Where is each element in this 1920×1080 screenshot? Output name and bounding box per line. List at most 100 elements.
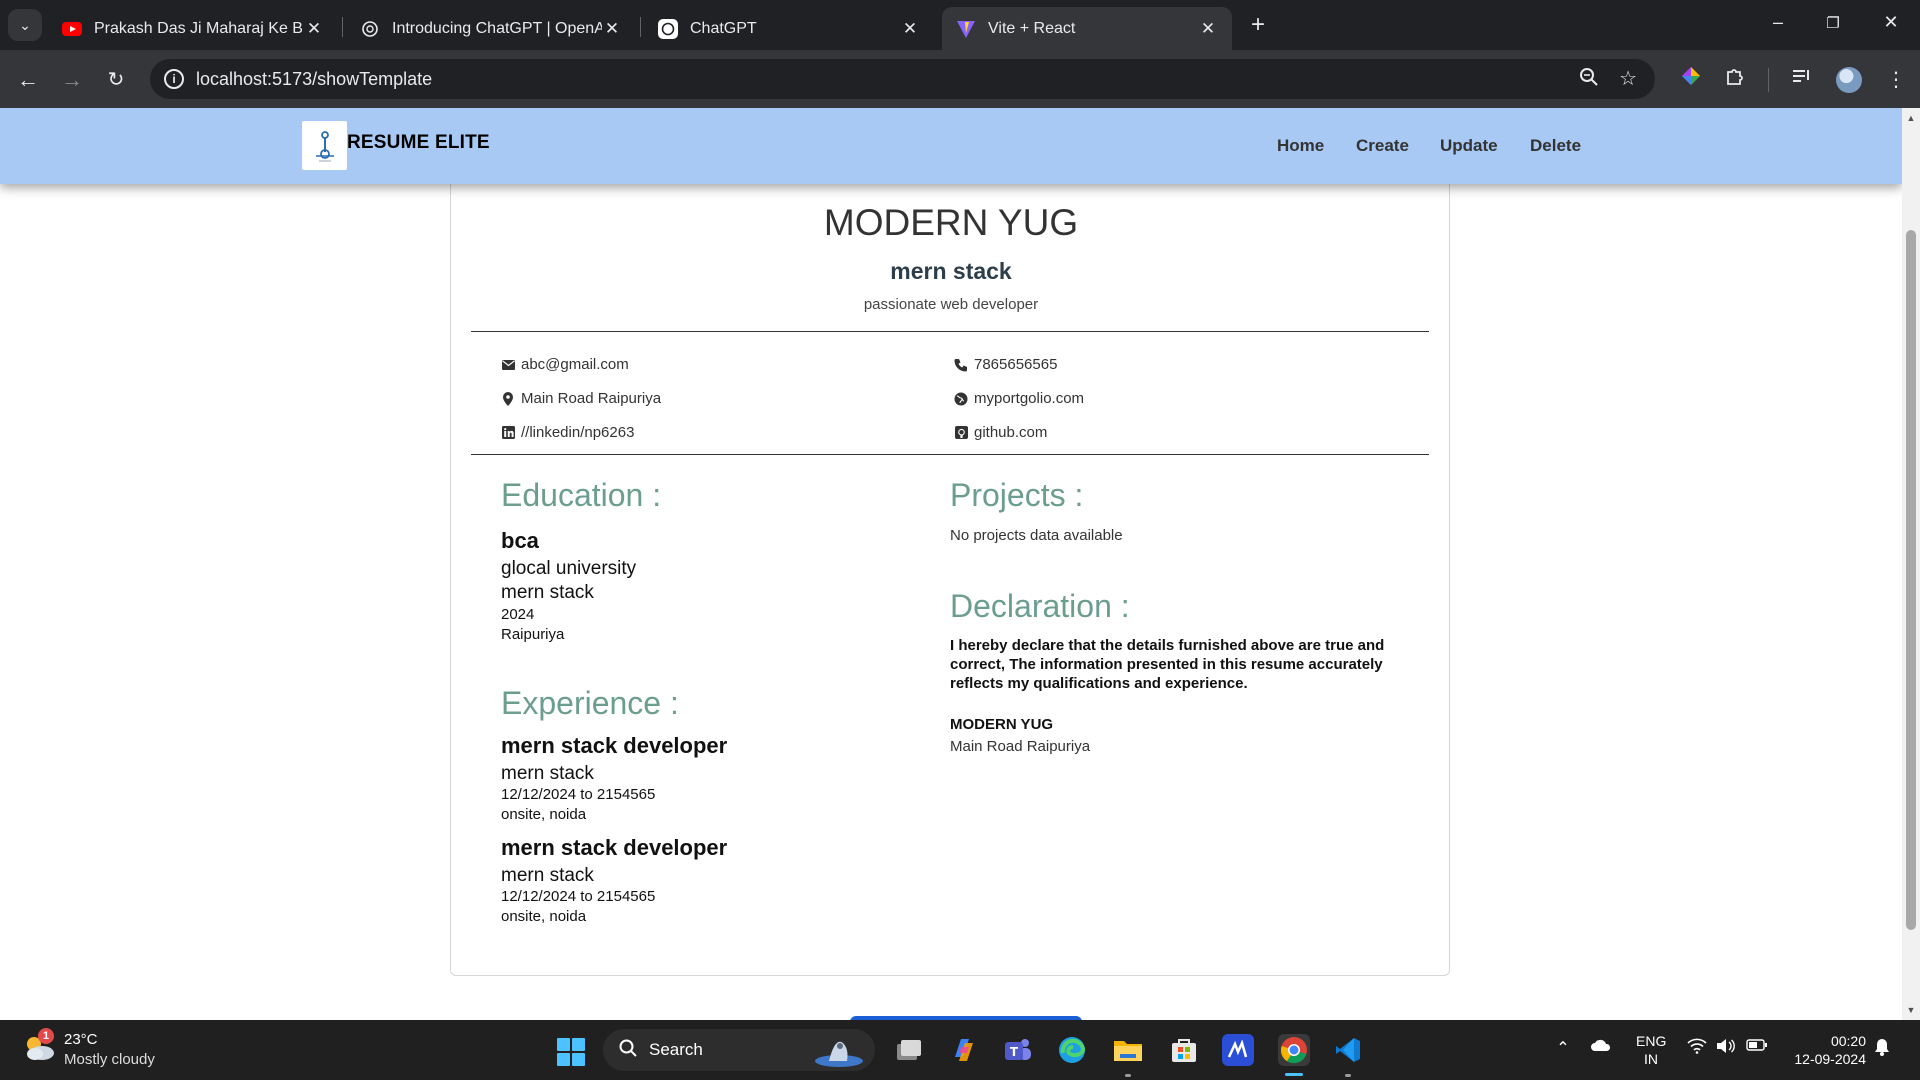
close-tab-icon[interactable]: ✕ [900, 19, 920, 39]
chevron-down-icon: ⌄ [19, 16, 31, 33]
chevron-up-icon: ⌃ [1556, 1040, 1570, 1057]
page-scrollbar[interactable]: ▲ ▼ [1902, 108, 1920, 1020]
experience-job-title: mern stack developer [501, 733, 728, 758]
zoom-icon[interactable] [1579, 67, 1599, 92]
tab-youtube[interactable]: Prakash Das Ji Maharaj Ke Bhajan ✕ [48, 7, 338, 50]
experience-job-title: mern stack developer [501, 835, 728, 860]
svg-text:T: T [1010, 1045, 1019, 1059]
projects-empty-text: No projects data available [950, 527, 1123, 544]
extensions-puzzle-icon[interactable] [1720, 66, 1750, 94]
mail-icon [501, 358, 515, 372]
close-tab-icon[interactable]: ✕ [602, 19, 622, 39]
new-tab-button[interactable]: + [1244, 11, 1272, 39]
windows-logo-icon [557, 1038, 570, 1051]
chrome-icon[interactable] [1278, 1034, 1310, 1066]
weather-temperature[interactable]: 23°C [64, 1031, 98, 1048]
header-divider [471, 331, 1429, 332]
tab-chatgpt[interactable]: ChatGPT ✕ [644, 7, 934, 50]
education-year: 2024 [501, 606, 535, 623]
scrollbar-thumb[interactable] [1906, 230, 1916, 930]
bookmark-star-icon[interactable]: ☆ [1619, 66, 1637, 91]
brand-name[interactable]: RESUME ELITE [347, 132, 490, 154]
windows-taskbar: 1 23°C Mostly cloudy Search T ⌃ ENG IN 0… [0, 1020, 1920, 1080]
tab-separator [342, 17, 343, 37]
browser-menu-button[interactable]: ⋮ [1882, 66, 1910, 94]
show-hidden-icons[interactable]: ⌃ [1550, 1038, 1576, 1058]
windows-start-button[interactable] [557, 1038, 585, 1066]
close-icon: ✕ [1883, 12, 1899, 32]
app-navbar: RESUME ELITE Home Create Update Delete [0, 108, 1902, 184]
clock-date: 12-09-2024 [1794, 1051, 1866, 1067]
reload-icon: ↻ [107, 69, 125, 91]
teams-icon[interactable]: T [1002, 1034, 1034, 1066]
contact-divider [471, 454, 1429, 455]
nav-home[interactable]: Home [1277, 136, 1324, 156]
weather-description[interactable]: Mostly cloudy [64, 1051, 155, 1068]
nav-update[interactable]: Update [1440, 136, 1498, 156]
battery-icon[interactable] [1744, 1038, 1770, 1056]
volume-icon[interactable] [1713, 1038, 1739, 1059]
clock-time: 00:20 [1830, 1033, 1866, 1049]
contact-github-text[interactable]: github.com [974, 424, 1047, 441]
nav-delete[interactable]: Delete [1530, 136, 1581, 156]
close-tab-icon[interactable]: ✕ [1198, 19, 1218, 39]
location-pin-icon [501, 391, 515, 406]
active-app-indicator [1285, 1073, 1303, 1076]
signature-address: Main Road Raipuriya [950, 738, 1091, 755]
notification-bell-icon[interactable] [1874, 1038, 1890, 1061]
system-clock[interactable]: 00:20 12-09-2024 [1782, 1032, 1866, 1068]
phone-icon [954, 358, 968, 372]
file-explorer-icon[interactable] [1112, 1034, 1144, 1066]
contact-linkedin-text[interactable]: //linkedin/np6263 [521, 424, 634, 441]
contact-portfolio-text[interactable]: myportgolio.com [974, 390, 1084, 407]
back-button[interactable]: ← [14, 66, 42, 94]
education-title: Education : [501, 477, 662, 513]
region-code: IN [1644, 1051, 1658, 1067]
restore-icon: ❐ [1826, 15, 1840, 32]
contact-github: github.com [954, 424, 1047, 441]
brand-logo[interactable] [302, 121, 347, 170]
close-tab-icon[interactable]: ✕ [304, 19, 324, 39]
media-queue-icon[interactable] [1786, 66, 1816, 94]
minimize-button[interactable]: – [1763, 12, 1793, 33]
task-view-icon[interactable] [893, 1034, 925, 1066]
microsoft-store-icon[interactable] [1168, 1034, 1200, 1066]
running-indicator [1345, 1074, 1351, 1077]
tab-openai[interactable]: Introducing ChatGPT | OpenAI ✕ [346, 7, 636, 50]
profile-avatar[interactable] [1836, 67, 1862, 93]
restore-button[interactable]: ❐ [1818, 14, 1848, 32]
forward-button[interactable]: → [58, 66, 86, 94]
url-text[interactable]: localhost:5173/showTemplate [196, 69, 432, 90]
nav-create[interactable]: Create [1356, 136, 1409, 156]
experience-company: mern stack [501, 763, 594, 784]
reload-button[interactable]: ↻ [102, 66, 130, 94]
edge-icon[interactable] [1056, 1034, 1088, 1066]
tab-search-button[interactable]: ⌄ [8, 9, 42, 41]
contact-phone-text: 7865656565 [974, 356, 1058, 373]
site-info-icon[interactable]: i [164, 69, 184, 89]
tab-vite-react[interactable]: Vite + React ✕ [942, 7, 1232, 50]
tab-title: Introducing ChatGPT | OpenAI [392, 19, 602, 37]
education-field: mern stack [501, 582, 594, 603]
vscode-icon[interactable] [1332, 1034, 1364, 1066]
contact-address-text: Main Road Raipuriya [521, 390, 662, 407]
wifi-icon[interactable] [1684, 1038, 1710, 1059]
scroll-down-arrow-icon[interactable]: ▼ [1902, 1002, 1920, 1018]
resume-role: mern stack [890, 258, 1012, 284]
onedrive-cloud-icon[interactable] [1588, 1038, 1614, 1057]
colorful-extension-icon[interactable] [1676, 66, 1706, 94]
address-bar[interactable]: i localhost:5173/showTemplate ☆ [150, 59, 1655, 99]
page-viewport: RESUME ELITE Home Create Update Delete M… [0, 108, 1902, 1020]
toolbar-divider [1768, 68, 1769, 92]
experience-company: mern stack [501, 865, 594, 886]
contact-email: abc@gmail.com [501, 356, 629, 373]
experience-location: onsite, noida [501, 806, 587, 823]
language-code: ENG [1636, 1033, 1667, 1049]
copilot-icon[interactable] [948, 1034, 980, 1066]
github-icon [954, 426, 968, 440]
close-window-button[interactable]: ✕ [1876, 12, 1906, 33]
language-indicator[interactable]: ENG IN [1636, 1032, 1666, 1068]
scroll-up-arrow-icon[interactable]: ▲ [1902, 110, 1920, 126]
whiteboard-icon[interactable] [1222, 1034, 1254, 1066]
taskbar-search[interactable]: Search [603, 1029, 875, 1071]
